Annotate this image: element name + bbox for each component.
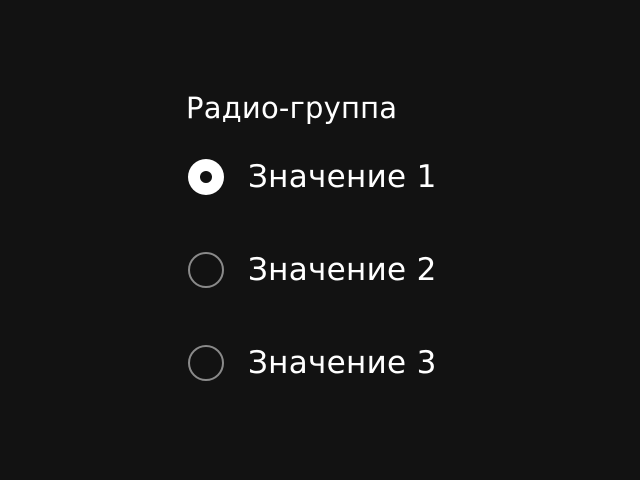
radio-group-label: Радио-группа	[186, 91, 398, 125]
radio-options: Значение 1 Значение 2 Значение 3	[186, 146, 486, 394]
radio-option-label: Значение 1	[248, 159, 437, 195]
radio-group: Радио-группа Значение 1 Значение 2 Значе…	[186, 86, 486, 394]
radio-dot	[200, 171, 212, 183]
radio-option-label: Значение 3	[248, 345, 437, 381]
radio-option-2[interactable]: Значение 2	[186, 239, 486, 301]
radio-checked-icon[interactable]	[188, 159, 224, 195]
radio-option-label: Значение 2	[248, 252, 437, 288]
radio-unchecked-icon[interactable]	[188, 252, 224, 288]
radio-unchecked-icon[interactable]	[188, 345, 224, 381]
radio-option-3[interactable]: Значение 3	[186, 332, 486, 394]
radio-option-1[interactable]: Значение 1	[186, 146, 486, 208]
